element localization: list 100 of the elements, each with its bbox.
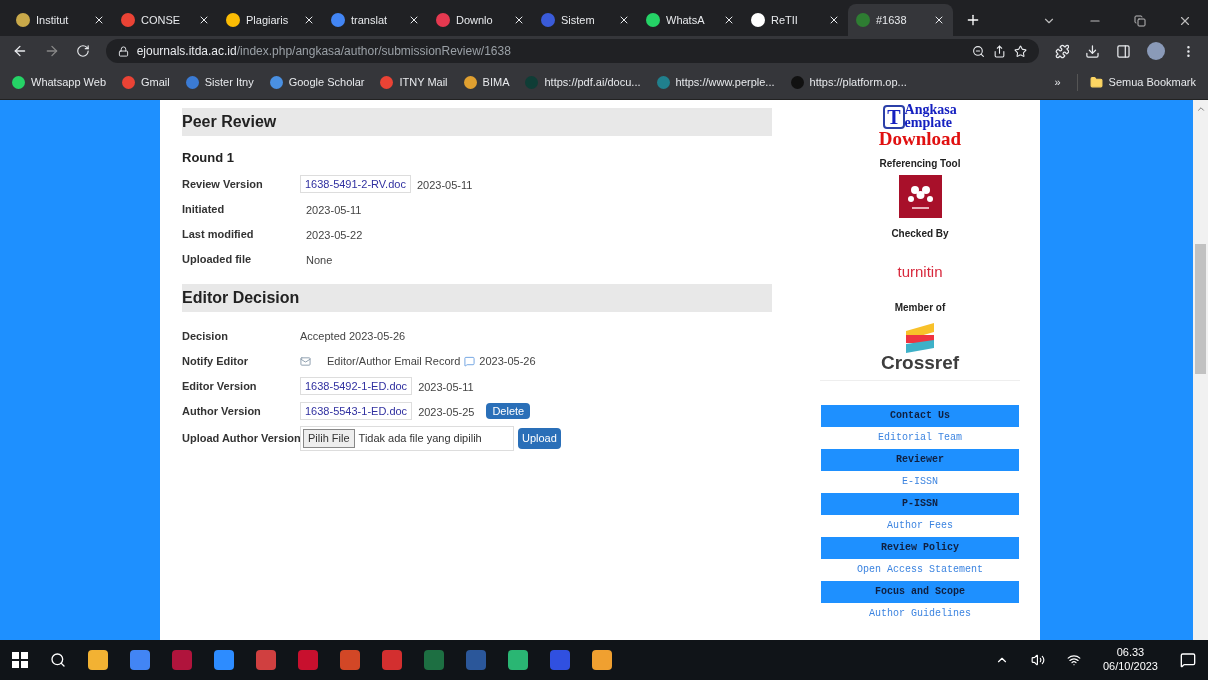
sidebar-link[interactable]: Author Guidelines: [821, 602, 1019, 625]
field-value: 2023-05-11: [418, 381, 474, 393]
reload-icon[interactable]: [75, 44, 90, 58]
close-icon[interactable]: [828, 14, 840, 26]
app-icon[interactable]: [256, 650, 276, 670]
file-link[interactable]: 1638-5492-1-ED.doc: [300, 376, 413, 396]
volume-icon[interactable]: [1030, 653, 1045, 667]
close-icon[interactable]: [198, 14, 210, 26]
bookmark[interactable]: Google Scholar: [269, 74, 365, 91]
app-icon[interactable]: [592, 650, 612, 670]
profile-avatar[interactable]: [1147, 42, 1166, 60]
site-icon: [380, 76, 394, 89]
sidebar-caption: Referencing Tool: [879, 157, 961, 172]
site-icon: [656, 76, 670, 89]
site-icon: [541, 13, 555, 27]
site-icon: [12, 76, 25, 89]
email-record-link[interactable]: Editor/Author Email Record: [327, 352, 461, 370]
delete-button[interactable]: Delete: [486, 402, 531, 420]
app-icon[interactable]: [88, 650, 108, 670]
file-input[interactable]: Pilih File Tidak ada file yang dipilih: [300, 426, 514, 451]
site-icon: [525, 76, 539, 89]
sidebar-link[interactable]: Editorial Team: [821, 426, 1019, 449]
sidebar-menu-item[interactable]: P-ISSN: [821, 492, 1019, 515]
close-icon[interactable]: [1178, 14, 1192, 28]
sidebar-caption: Member of: [894, 300, 946, 315]
sidebar-link[interactable]: Author Fees: [821, 514, 1019, 537]
notifications-icon[interactable]: [1180, 652, 1196, 668]
bookmark[interactable]: https://platform.op...: [790, 74, 907, 91]
sidebar-menu-item[interactable]: Contact Us: [821, 404, 1019, 427]
app-icon[interactable]: [508, 650, 528, 670]
close-icon[interactable]: [303, 14, 315, 26]
zoom-icon[interactable]: [971, 44, 985, 58]
address-bar[interactable]: ejournals.itda.ac.id/index.php/angkasa/author/submissionReview/1638: [105, 39, 1039, 63]
browser-tab[interactable]: Downlo: [428, 4, 533, 36]
browser-tab[interactable]: #1638: [848, 4, 953, 36]
back-icon[interactable]: [12, 43, 28, 59]
sidebar-menu-item[interactable]: Review Policy: [821, 536, 1019, 559]
wifi-icon[interactable]: [1066, 653, 1081, 667]
new-tab-icon[interactable]: [965, 12, 981, 28]
share-icon[interactable]: [992, 44, 1006, 58]
upload-button[interactable]: Upload: [518, 428, 561, 449]
browser-tab[interactable]: ReTII: [743, 4, 848, 36]
bookmark[interactable]: https://www.perple...: [656, 74, 775, 91]
close-icon[interactable]: [933, 14, 945, 26]
site-icon: [331, 13, 345, 27]
close-icon[interactable]: [513, 14, 525, 26]
sidebar-menu-item[interactable]: Focus and Scope: [821, 580, 1019, 603]
round-heading: Round 1: [182, 149, 235, 167]
file-link[interactable]: 1638-5543-1-ED.doc: [300, 401, 413, 421]
field-label: Upload Author Version: [182, 431, 300, 447]
clock-date: 06/10/2023: [1102, 660, 1158, 674]
scroll-thumb[interactable]: [1195, 244, 1206, 374]
windows-icon[interactable]: [12, 652, 28, 668]
field-label: Review Version: [182, 176, 264, 192]
close-icon[interactable]: [93, 14, 105, 26]
bookmark[interactable]: Sister Itny: [185, 74, 254, 91]
app-icon[interactable]: [214, 650, 234, 670]
app-icon[interactable]: [340, 650, 360, 670]
scrollbar[interactable]: [1193, 100, 1208, 640]
sidebar-menu-item[interactable]: Reviewer: [821, 448, 1019, 471]
site-icon: [436, 13, 450, 27]
bookmark[interactable]: Gmail: [122, 74, 170, 91]
browser-tab[interactable]: Institut: [8, 4, 113, 36]
star-icon[interactable]: [1013, 44, 1027, 58]
field-label: Last modified: [182, 226, 255, 242]
more-bookmarks-button[interactable]: »: [1054, 74, 1061, 91]
browser-tab[interactable]: WhatsA: [638, 4, 743, 36]
app-icon[interactable]: [298, 650, 318, 670]
app-icon[interactable]: [130, 650, 150, 670]
bookmark[interactable]: https://pdf.ai/docu...: [525, 74, 641, 91]
section-heading: Editor Decision: [182, 283, 772, 312]
extensions-icon[interactable]: [1054, 43, 1070, 59]
clock-time: 06.33: [1116, 646, 1145, 660]
field-label: Uploaded file: [182, 251, 253, 267]
sidebar-link[interactable]: E-ISSN: [821, 470, 1019, 493]
sidebar-caption: Checked By: [891, 227, 949, 242]
site-icon: [646, 13, 660, 27]
app-icon[interactable]: [382, 650, 402, 670]
file-link[interactable]: 1638-5491-2-RV.doc: [300, 174, 411, 194]
bookmark[interactable]: Whatsapp Web: [12, 74, 106, 91]
bookmark[interactable]: BIMA: [463, 74, 510, 91]
sidebar-link[interactable]: Open Access Statement: [821, 558, 1019, 581]
site-icon: [121, 13, 135, 27]
close-icon[interactable]: [723, 14, 735, 26]
browser-tab[interactable]: translat: [323, 4, 428, 36]
browser-tab[interactable]: CONSE: [113, 4, 218, 36]
restore-icon[interactable]: [1134, 15, 1146, 27]
browser-tab[interactable]: Sistem: [533, 4, 638, 36]
field-value: 2023-05-26: [479, 353, 536, 369]
folder-icon: [1089, 76, 1103, 89]
site-icon: [269, 76, 283, 89]
bookmarks-folder[interactable]: Semua Bookmark: [1076, 74, 1196, 91]
browser-tab[interactable]: Plagiaris: [218, 4, 323, 36]
field-value: 2023-05-22: [306, 229, 363, 241]
search-icon[interactable]: [50, 652, 66, 668]
side-panel-icon[interactable]: [1116, 43, 1132, 59]
close-icon[interactable]: [408, 14, 420, 26]
close-icon[interactable]: [618, 14, 630, 26]
download-icon[interactable]: [1085, 43, 1101, 59]
bookmark[interactable]: ITNY Mail: [380, 74, 448, 91]
